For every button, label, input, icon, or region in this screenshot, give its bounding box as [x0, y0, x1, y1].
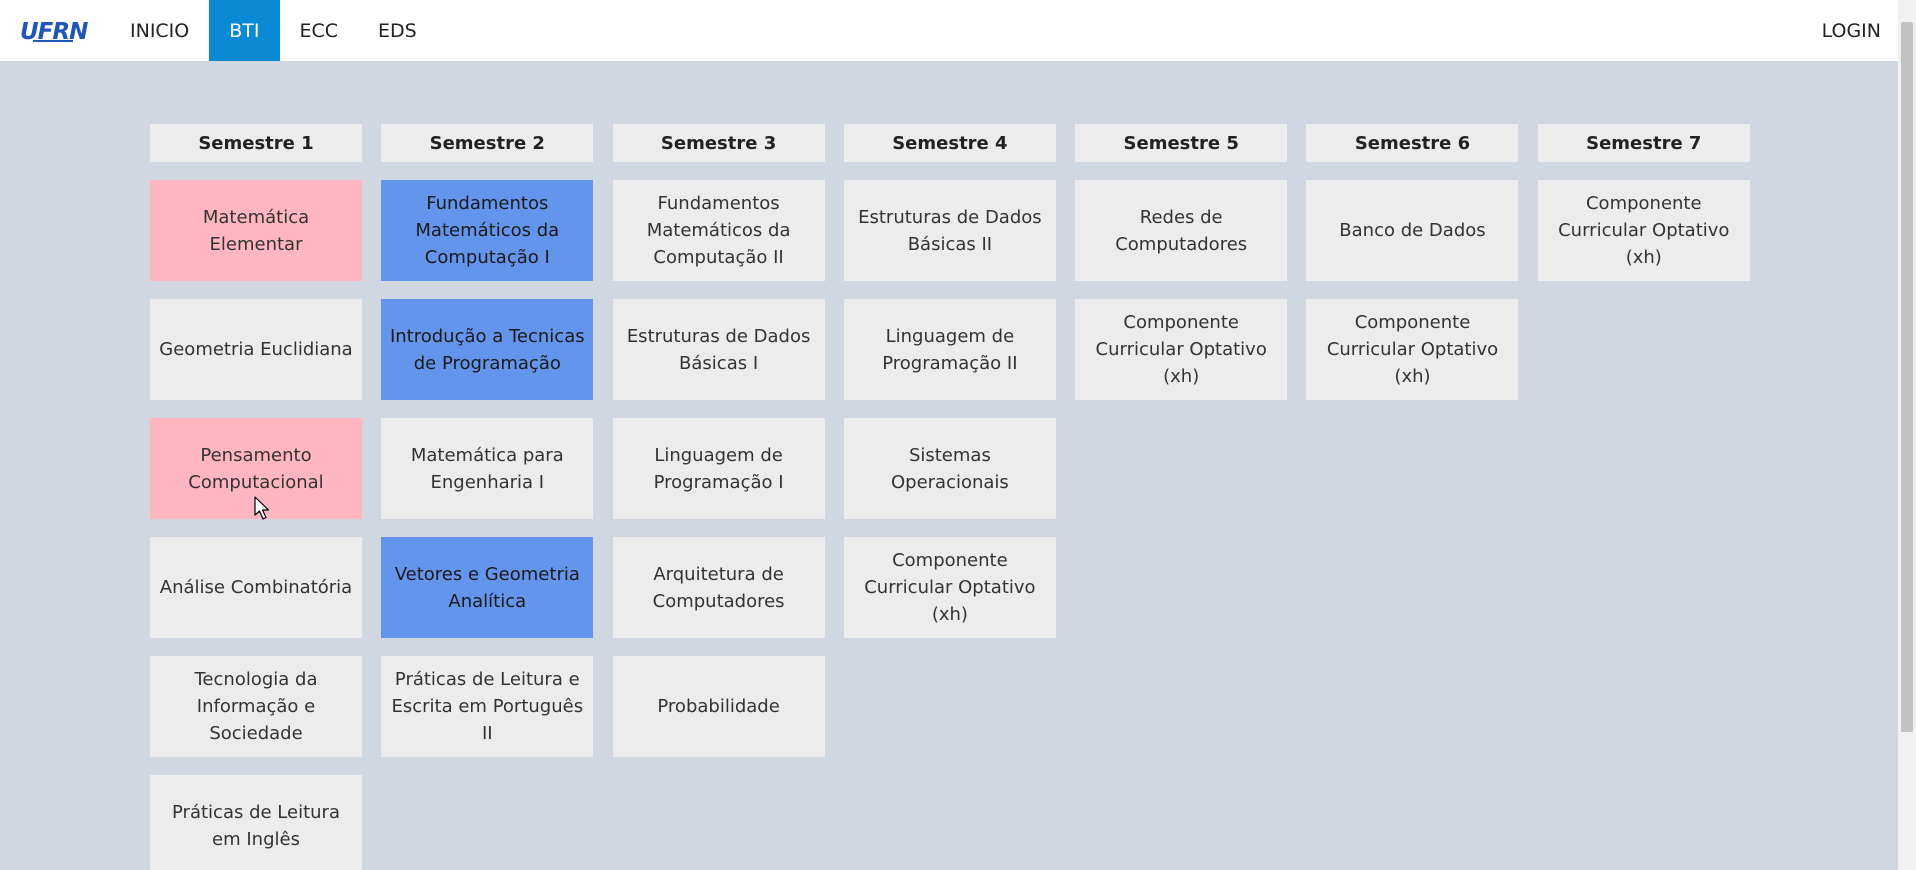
course-card[interactable]: Banco de Dados [1306, 180, 1519, 281]
semester-header: Semestre 3 [612, 124, 825, 162]
course-card[interactable]: Introdução a Tecnicas de Programação [381, 299, 594, 400]
semester-column-7: Semestre 7 Componente Curricular Optativo… [1537, 124, 1750, 870]
semester-header: Semestre 5 [1075, 124, 1288, 162]
semester-header: Semestre 7 [1537, 124, 1750, 162]
course-card[interactable]: Sistemas Operacionais [843, 418, 1056, 519]
course-card[interactable]: Práticas de Leitura em Inglês [150, 775, 362, 870]
course-card[interactable]: Componente Curricular Optativo (xh) [843, 537, 1056, 638]
semester-header: Semestre 6 [1306, 124, 1519, 162]
semester-header: Semestre 1 [150, 124, 362, 162]
course-card[interactable]: Componente Curricular Optativo (xh) [1075, 299, 1288, 400]
course-card[interactable]: Componente Curricular Optativo (xh) [1306, 299, 1519, 400]
course-card[interactable]: Arquitetura de Computadores [612, 537, 825, 638]
nav-item-ecc[interactable]: ECC [280, 0, 359, 61]
course-card[interactable]: Linguagem de Programação I [612, 418, 825, 519]
course-card[interactable]: Análise Combinatória [150, 537, 362, 638]
ufrn-logo[interactable]: UFRN [0, 0, 110, 61]
semester-column-4: Semestre 4 Estruturas de Dados Básicas II… [843, 124, 1056, 870]
course-card[interactable]: Fundamentos Matemáticos da Computação I [381, 180, 594, 281]
course-card[interactable]: Linguagem de Programação II [843, 299, 1056, 400]
course-card[interactable]: Estruturas de Dados Básicas II [843, 180, 1056, 281]
nav-item-inicio[interactable]: INICIO [110, 0, 209, 61]
semester-header: Semestre 4 [843, 124, 1056, 162]
course-card[interactable]: Probabilidade [612, 656, 825, 757]
semester-column-6: Semestre 6 Banco de Dados Componente Curri… [1306, 124, 1519, 870]
course-card[interactable]: Vetores e Geometria Analítica [381, 537, 594, 638]
course-card[interactable]: Componente Curricular Optativo (xh) [1537, 180, 1750, 281]
nav-item-eds[interactable]: EDS [358, 0, 437, 61]
course-card[interactable]: Redes de Computadores [1075, 180, 1288, 281]
course-card[interactable]: Práticas de Leitura e Escrita em Portugu… [381, 656, 594, 757]
scrollbar-thumb[interactable] [1901, 22, 1913, 732]
course-card[interactable]: Fundamentos Matemáticos da Computação II [612, 180, 825, 281]
ufrn-logo-icon: UFRN [19, 17, 107, 44]
course-card[interactable]: Estruturas de Dados Básicas I [612, 299, 825, 400]
vertical-scrollbar[interactable] [1898, 0, 1916, 870]
course-card[interactable]: Tecnologia da Informação e Sociedade [150, 656, 362, 757]
course-card[interactable]: Geometria Euclidiana [150, 299, 362, 400]
login-link[interactable]: LOGIN [1802, 0, 1898, 61]
course-card[interactable]: Matemática Elementar [150, 180, 362, 281]
course-card[interactable]: Matemática para Engenharia I [381, 418, 594, 519]
top-navbar: UFRN INICIO BTI ECC EDS LOGIN [0, 0, 1898, 61]
semester-column-2: Semestre 2 Fundamentos Matemáticos da Com… [381, 124, 594, 870]
semester-header: Semestre 2 [381, 124, 594, 162]
nav-item-bti[interactable]: BTI [209, 0, 280, 61]
semester-column-5: Semestre 5 Redes de Computadores Component… [1075, 124, 1288, 870]
semester-column-3: Semestre 3 Fundamentos Matemáticos da Com… [612, 124, 825, 870]
mouse-cursor-icon [254, 496, 270, 520]
semester-grid: Semestre 1 Matemática Elementar Geometria … [150, 124, 1750, 870]
